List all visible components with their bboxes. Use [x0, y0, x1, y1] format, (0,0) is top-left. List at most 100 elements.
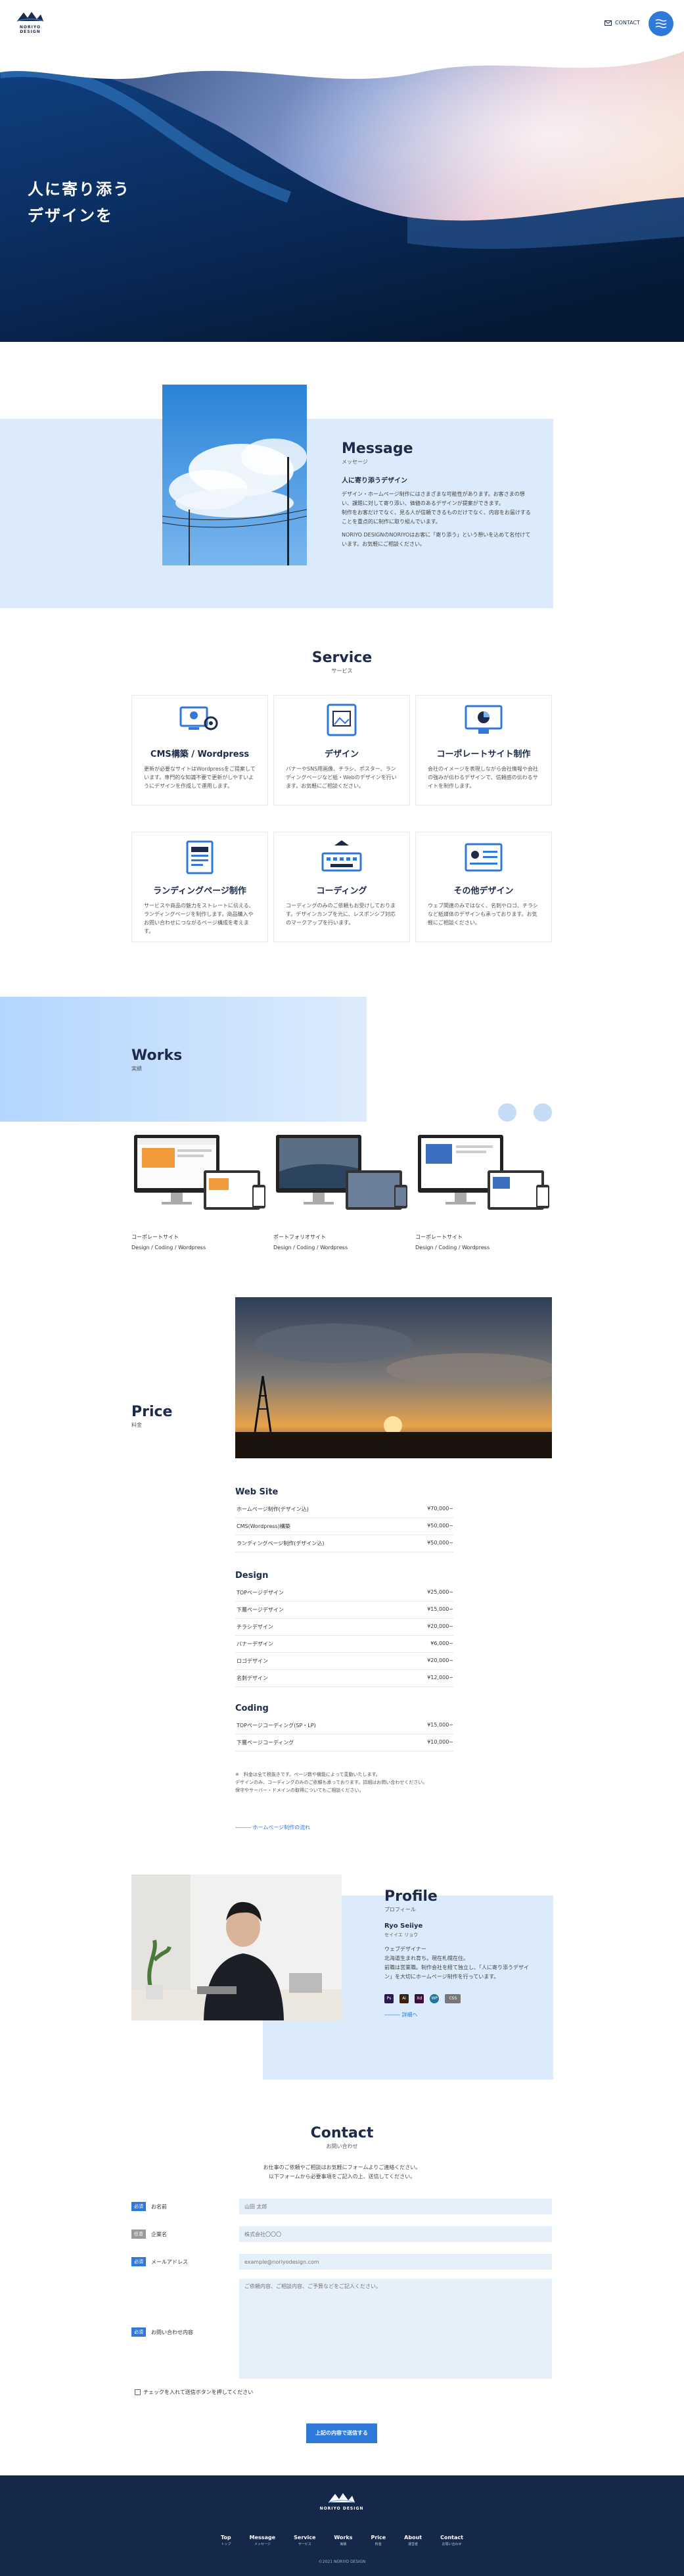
works-title: Works: [131, 1047, 183, 1064]
works-heading: Works 実績: [131, 1047, 182, 1072]
price-group-coding: Coding TOPページコーディング(SP・LP) ¥15,000~ 下層ページ…: [235, 1704, 453, 1752]
works-subtitle: 実績: [131, 1066, 142, 1072]
message-paragraph-1: デザイン・ホームページ制作にはさまざまな可能性があります。お客さまの想い、課題に…: [342, 491, 525, 506]
service-card-lp: ランディングページ制作 サービスや商品の魅力をストレートに伝える、ランディングペ…: [131, 832, 268, 942]
footer-nav-message[interactable]: Message メッセージ: [250, 2535, 275, 2546]
profile-bio-3: 前職は営業職。制作会社を経て独立し、「人に寄り添うデザイン」を大切にホームページ…: [384, 1965, 529, 1980]
footer-nav-label: Price: [371, 2535, 386, 2540]
price-value: ¥50,000~: [427, 1540, 453, 1546]
service-desc-4: コーディングのみのご依頼もお受けしております。デザインカンプを元に、レスポンシブ…: [286, 903, 396, 926]
service-card-coding: コーディング コーディングのみのご依頼もお受けしております。デザインカンプを元に…: [273, 832, 410, 942]
price-row: TOPページデザイン ¥25,000~: [235, 1585, 453, 1602]
message-paragraph-2: 制作をお客だけでなく、見る人が信頼できるものだけでなく、内容をお届けすることを重…: [342, 510, 531, 525]
contact-intro: お仕事のご依頼やご相談はお気軽にフォームよりご連絡ください。 以下フォームから必…: [0, 2163, 684, 2182]
message-content: Message メッセージ 人に寄り添うデザイン デザイン・ホームページ制作には…: [342, 441, 532, 549]
work-item-1[interactable]: ポートフォリオサイト Design / Coding / Wordpress: [273, 1132, 411, 1251]
work-thumbnail-2: [418, 1135, 549, 1210]
site-logo[interactable]: NORIYO DESIGN: [9, 11, 51, 34]
profile-detail-link[interactable]: ――― 詳細へ: [384, 2011, 536, 2018]
email-input[interactable]: [239, 2254, 552, 2270]
service-card-corporate: コーポレートサイト制作 会社のイメージを表現しながら会社情報や会社の強みが伝わる…: [415, 695, 552, 805]
price-value: ¥20,000~: [427, 1658, 453, 1663]
price-value: ¥20,000~: [427, 1623, 453, 1629]
price-row: 下層ページデザイン ¥15,000~: [235, 1602, 453, 1619]
service-card-design: デザイン バナーやSNS用画像、チラシ、ポスター、ランディングページなど紙・We…: [273, 695, 410, 805]
message-photo: [162, 385, 307, 565]
footer-nav-label: About: [404, 2535, 422, 2540]
service-title-3: ランディングページ制作: [153, 886, 246, 896]
work-tags-0: Design / Coding / Wordpress: [131, 1245, 206, 1251]
required-badge: 必須: [131, 2202, 146, 2211]
profile-subtitle: プロフィール: [384, 1907, 416, 1913]
consent-checkbox[interactable]: チェックを入れて送信ボタンを押してください: [135, 2389, 253, 2396]
coding-keyboard-icon: [321, 840, 362, 872]
service-subtitle: サービス: [331, 668, 353, 674]
landing-page-icon: [186, 840, 214, 874]
xd-icon: Xd: [415, 1994, 424, 2003]
footer-nav-sub: お問い合わせ: [442, 2542, 462, 2546]
price-subtitle: 料金: [131, 1422, 142, 1428]
footer-nav-service[interactable]: Service サービス: [294, 2535, 315, 2546]
photoshop-icon: Ps: [384, 1994, 394, 2003]
line-arrow-icon: ―――: [235, 1825, 253, 1830]
footer-nav-label: Message: [249, 2535, 276, 2540]
header-contact-link[interactable]: CONTACT: [604, 20, 640, 26]
service-title-0: CMS構築 / Wordpress: [150, 750, 250, 759]
footer-nav-about[interactable]: About 運営者: [404, 2535, 422, 2546]
footer-nav-label: Top: [221, 2535, 231, 2540]
id-card-icon: [465, 843, 503, 872]
price-item: ホームページ制作(デザイン込): [237, 1506, 309, 1512]
price-flow-link[interactable]: ――― ホームページ制作の流れ: [235, 1824, 310, 1831]
price-group-design: Design TOPページデザイン ¥25,000~ 下層ページデザイン ¥15,0…: [235, 1571, 453, 1687]
works-prev-button[interactable]: [498, 1103, 516, 1122]
hero-line-2: デザインを: [28, 206, 113, 225]
footer-nav-contact[interactable]: Contact お問い合わせ: [440, 2535, 463, 2546]
message-textarea[interactable]: [239, 2279, 552, 2379]
hamburger-icon: [655, 19, 667, 28]
wave-logo-icon: [16, 12, 44, 22]
price-title: Price: [131, 1404, 173, 1420]
footer-nav-price[interactable]: Price 料金: [371, 2535, 386, 2546]
work-item-2[interactable]: コーポレートサイト Design / Coding / Wordpress: [415, 1132, 553, 1251]
footer-nav-sub: 料金: [375, 2542, 382, 2546]
logo-text: NORIYO DESIGN: [19, 25, 41, 34]
contact-heading: Contact お問い合わせ: [0, 2125, 684, 2150]
work-title-0: コーポレートサイト: [131, 1234, 179, 1240]
contact-subtitle: お問い合わせ: [326, 2143, 358, 2149]
footer-nav: Top トップ Message メッセージ Service サービス Works 実績 …: [0, 2535, 684, 2546]
price-value: ¥15,000~: [427, 1606, 453, 1612]
profile-content: Profile プロフィール Ryo Seiiye セイイエ リョウ ウェブデザ…: [384, 1888, 536, 2018]
name-input[interactable]: [239, 2199, 552, 2214]
service-card-other: その他デザイン ウェブ関連のみではなく、名刺やロゴ、チラシなど紙媒体のデザインも…: [415, 832, 552, 942]
company-label: 企業名: [151, 2231, 167, 2237]
company-input[interactable]: [239, 2226, 552, 2242]
price-item: TOPページコーディング(SP・LP): [237, 1723, 316, 1729]
profile-title: Profile: [384, 1888, 438, 1905]
footer-nav-top[interactable]: Top トップ: [221, 2535, 231, 2546]
price-value: ¥50,000~: [427, 1523, 453, 1529]
service-desc-0: 更新が必要なサイトはWordpressをご提案しています。専門的な知識不要で更新…: [144, 766, 256, 789]
consent-label: チェックを入れて送信ボタンを押してください: [143, 2389, 254, 2395]
price-group-title-2: Coding: [235, 1704, 269, 1713]
price-group-website: Web Site ホームページ制作(デザイン込) ¥70,000~ CMS(Wor…: [235, 1487, 453, 1552]
message-paragraph-3: NORIYO DESIGNのNORIYOはお客に「寄り添う」という想いを込めて名…: [342, 532, 531, 547]
price-item: TOPページデザイン: [237, 1590, 284, 1596]
message-subtitle: メッセージ: [342, 459, 368, 465]
works-background: [0, 997, 367, 1122]
price-item: ロゴデザイン: [237, 1658, 268, 1664]
price-row: ランディングページ制作(デザイン込) ¥50,000~: [235, 1535, 453, 1552]
required-badge: 必須: [131, 2257, 146, 2266]
mail-icon: [604, 20, 612, 26]
message-heading: 人に寄り添うデザイン: [342, 477, 407, 485]
price-heading: Price 料金: [131, 1404, 172, 1429]
footer-nav-works[interactable]: Works 実績: [334, 2535, 352, 2546]
work-title-2: コーポレートサイト: [415, 1234, 463, 1240]
checkbox-icon: [135, 2389, 141, 2395]
submit-button[interactable]: 上記の内容で送信する: [306, 2423, 377, 2443]
menu-button[interactable]: [649, 11, 673, 36]
footer-logo[interactable]: NORIYO DESIGN: [315, 2492, 368, 2511]
works-next-button[interactable]: [534, 1103, 552, 1122]
price-row: 下層ページコーディング ¥10,000~: [235, 1734, 453, 1752]
work-item-0[interactable]: コーポレートサイト Design / Coding / Wordpress: [131, 1132, 269, 1251]
hero-catchcopy: 人に寄り添う デザインを: [28, 176, 130, 229]
